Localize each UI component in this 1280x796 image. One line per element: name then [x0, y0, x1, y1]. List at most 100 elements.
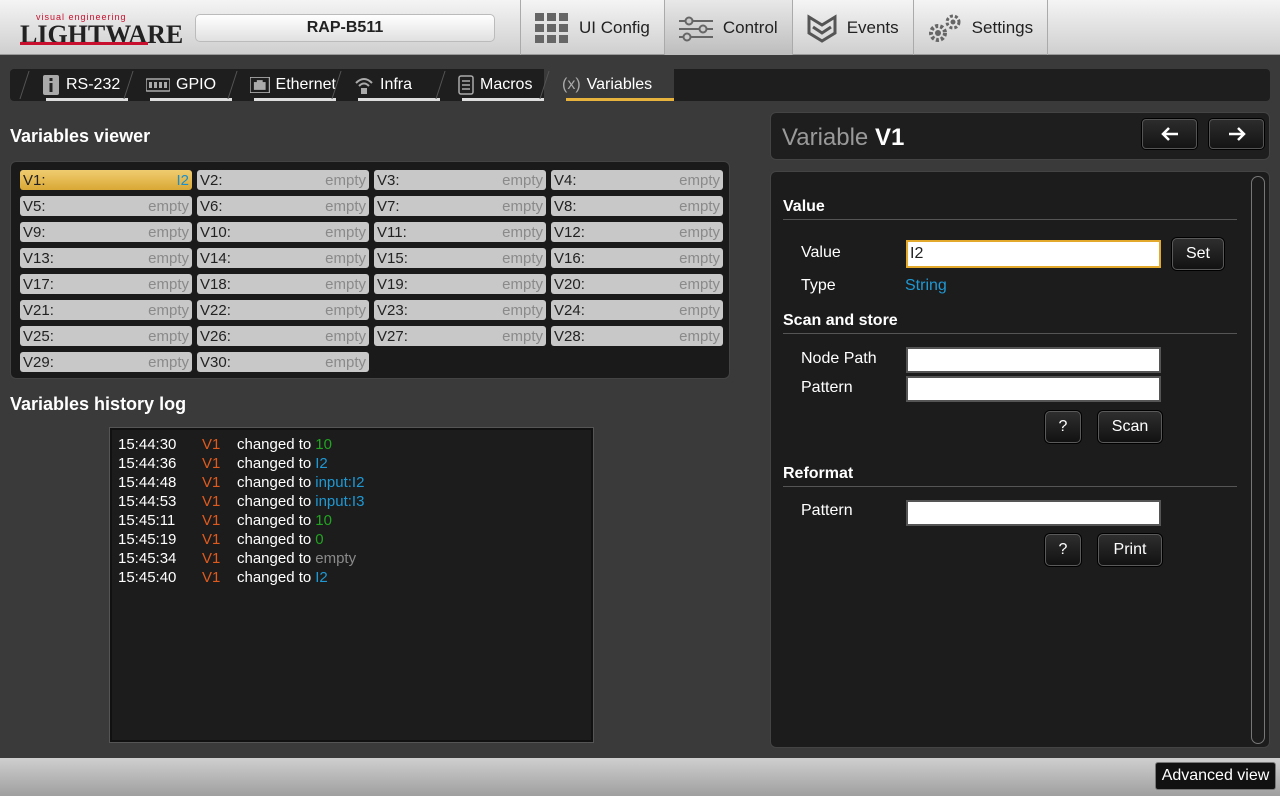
- variable-cell[interactable]: V22: empty: [197, 300, 369, 320]
- variable-value: empty: [325, 353, 366, 371]
- variable-cell[interactable]: V8: empty: [551, 196, 723, 216]
- tab-underline: [150, 98, 232, 101]
- prev-variable-button[interactable]: [1142, 119, 1197, 149]
- history-changed-label: changed to: [237, 493, 312, 510]
- type-label: Type: [801, 277, 836, 294]
- title-prefix: Variable: [782, 124, 869, 151]
- print-button[interactable]: Print: [1098, 534, 1162, 566]
- events-icon: [807, 13, 837, 43]
- tab-gpio[interactable]: GPIO: [123, 69, 232, 101]
- variable-cell[interactable]: V17: empty: [20, 274, 192, 294]
- history-list: 15:44:30 V1 changed to 10 15:44:36 V1 changed …: [112, 430, 591, 587]
- variable-cell[interactable]: V28: empty: [551, 326, 723, 346]
- variable-cell[interactable]: V20: empty: [551, 274, 723, 294]
- variable-value: empty: [679, 327, 720, 345]
- node-path-input[interactable]: [906, 347, 1161, 373]
- value-input[interactable]: [906, 240, 1161, 268]
- variable-value: empty: [679, 275, 720, 293]
- tab-macros[interactable]: Macros: [435, 69, 544, 101]
- variable-name: V7:: [377, 197, 400, 215]
- variable-name: V14:: [200, 249, 231, 267]
- variable-cell[interactable]: V23: empty: [374, 300, 546, 320]
- variable-cell[interactable]: V19: empty: [374, 274, 546, 294]
- scan-help-button[interactable]: ?: [1045, 411, 1081, 443]
- set-button[interactable]: Set: [1172, 238, 1224, 270]
- variable-name: V30:: [200, 353, 231, 371]
- variable-cell[interactable]: V14: empty: [197, 248, 369, 268]
- variable-cell[interactable]: V2: empty: [197, 170, 369, 190]
- variable-name: V10:: [200, 223, 231, 241]
- history-row: 15:45:19 V1 changed to 0: [112, 530, 591, 549]
- tab-infra[interactable]: Infra: [331, 69, 440, 101]
- history-time: 15:45:40: [118, 569, 177, 586]
- tab-rs232[interactable]: RS-232: [19, 69, 128, 101]
- variable-value: empty: [502, 249, 543, 267]
- variable-cell[interactable]: V6: empty: [197, 196, 369, 216]
- variable-value: I2: [176, 171, 189, 189]
- next-variable-button[interactable]: [1209, 119, 1264, 149]
- gpio-icon: [146, 78, 170, 92]
- history-row: 15:44:48 V1 changed to input:I2: [112, 473, 591, 492]
- tab-label: GPIO: [176, 76, 217, 93]
- variable-value: empty: [679, 301, 720, 319]
- variable-cell[interactable]: V9: empty: [20, 222, 192, 242]
- panel-scrollbar[interactable]: [1251, 176, 1265, 744]
- variable-cell[interactable]: V24: empty: [551, 300, 723, 320]
- scan-pattern-input[interactable]: [906, 376, 1161, 402]
- title-variable: V1: [874, 124, 905, 151]
- variable-name: V24:: [554, 301, 585, 319]
- history-new-value: empty: [315, 550, 357, 567]
- variable-cell[interactable]: V4: empty: [551, 170, 723, 190]
- variable-cell[interactable]: V18: empty: [197, 274, 369, 294]
- logo-underline: [20, 42, 148, 45]
- top-bar: visual engineering LIGHTWARE RAP-B511 UI…: [0, 0, 1280, 55]
- main-nav: UI Config Control Events Settings: [520, 0, 1049, 55]
- reformat-pattern-input[interactable]: [906, 500, 1161, 526]
- nav-settings[interactable]: Settings: [912, 0, 1049, 55]
- variable-value: empty: [502, 301, 543, 319]
- variable-cell[interactable]: V16: empty: [551, 248, 723, 268]
- variable-cell[interactable]: V29: empty: [20, 352, 192, 372]
- variable-cell[interactable]: V10: empty: [197, 222, 369, 242]
- history-row: 15:44:30 V1 changed to 10: [112, 435, 591, 454]
- variable-cell[interactable]: V1: I2: [20, 170, 192, 190]
- variables-viewer-title: Variables viewer: [10, 126, 151, 146]
- advanced-view-button[interactable]: Advanced view: [1155, 762, 1276, 790]
- variable-value: empty: [502, 223, 543, 241]
- variable-cell[interactable]: V26: empty: [197, 326, 369, 346]
- variable-name: V27:: [377, 327, 408, 345]
- variable-name: V22:: [200, 301, 231, 319]
- variable-cell[interactable]: V30: empty: [197, 352, 369, 372]
- nav-control[interactable]: Control: [663, 0, 792, 55]
- nav-ui-config[interactable]: UI Config: [520, 0, 664, 55]
- variable-name: V17:: [23, 275, 54, 293]
- history-time: 15:44:53: [118, 493, 177, 510]
- scan-button[interactable]: Scan: [1098, 411, 1162, 443]
- variable-cell[interactable]: V25: empty: [20, 326, 192, 346]
- history-time: 15:45:34: [118, 550, 177, 567]
- variable-cell[interactable]: V7: empty: [374, 196, 546, 216]
- variable-name: V18:: [200, 275, 231, 293]
- value-label: Value: [801, 244, 841, 261]
- tab-ethernet[interactable]: Ethernet: [227, 69, 336, 101]
- variable-cell[interactable]: V27: empty: [374, 326, 546, 346]
- logo-name: LIGHTWARE: [20, 20, 184, 49]
- reformat-help-button[interactable]: ?: [1045, 534, 1081, 566]
- nav-label: Events: [846, 17, 899, 37]
- variable-cell[interactable]: V3: empty: [374, 170, 546, 190]
- variable-cell[interactable]: V5: empty: [20, 196, 192, 216]
- history-time: 15:45:11: [118, 512, 176, 529]
- history-time: 15:44:48: [118, 474, 177, 491]
- variable-cell[interactable]: V21: empty: [20, 300, 192, 320]
- variable-cell[interactable]: V15: empty: [374, 248, 546, 268]
- nav-events[interactable]: Events: [791, 0, 913, 55]
- history-variable: V1: [202, 493, 221, 510]
- device-name[interactable]: RAP-B511: [195, 14, 495, 42]
- variable-cell[interactable]: V11: empty: [374, 222, 546, 242]
- nav-label: UI Config: [579, 17, 650, 37]
- variable-cell[interactable]: V13: empty: [20, 248, 192, 268]
- tab-variables[interactable]: (x) Variables: [539, 69, 674, 101]
- variable-cell[interactable]: V12: empty: [551, 222, 723, 242]
- history-variable: V1: [202, 569, 221, 586]
- variable-name: V23:: [377, 301, 408, 319]
